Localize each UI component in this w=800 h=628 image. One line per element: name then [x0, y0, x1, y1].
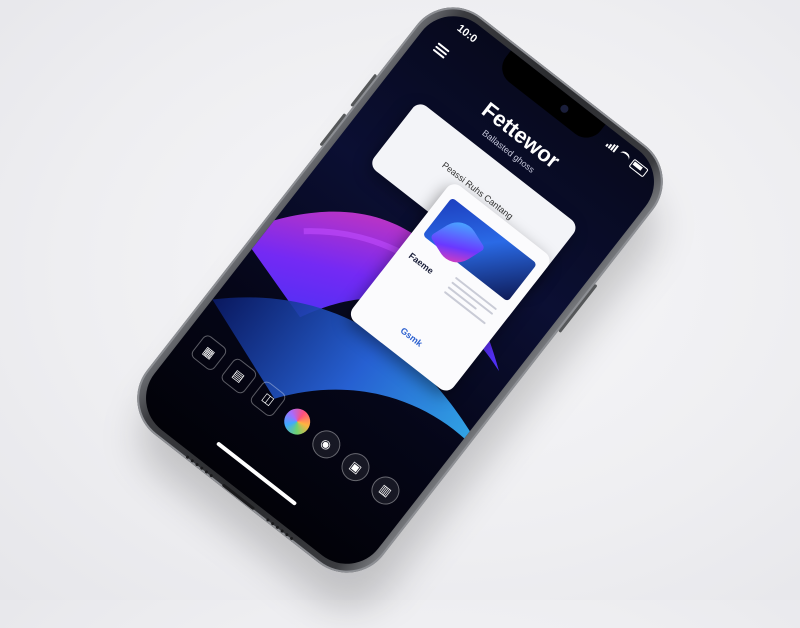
signal-icon [605, 140, 619, 154]
calendar-icon[interactable]: ▤ [218, 356, 259, 396]
preview-label: Faeme [406, 250, 436, 277]
wifi-icon [616, 149, 632, 165]
status-time: 10:0 [454, 22, 480, 46]
maps-icon[interactable]: ◫ [248, 379, 288, 419]
widgets-icon[interactable]: ▣ [336, 447, 376, 487]
camera-icon [558, 103, 571, 115]
photos-icon[interactable] [278, 403, 316, 440]
camera-icon[interactable]: ◉ [306, 424, 346, 464]
status-icons [604, 140, 649, 178]
battery-icon [628, 158, 649, 178]
